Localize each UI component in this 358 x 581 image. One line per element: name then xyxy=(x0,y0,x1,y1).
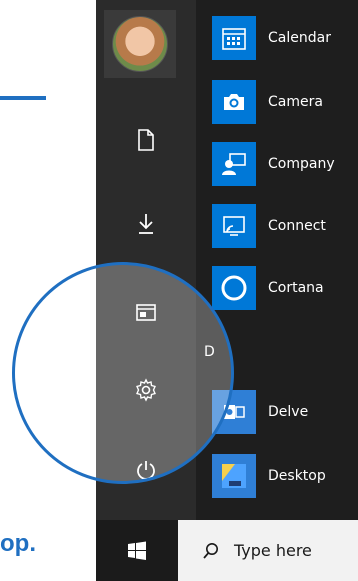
app-label: Camera xyxy=(268,94,323,110)
app-label: Company xyxy=(268,156,335,172)
settings-icon xyxy=(136,378,156,402)
connect-icon xyxy=(223,216,245,236)
windows-logo-icon xyxy=(128,541,146,560)
cortana-icon xyxy=(221,275,247,301)
start-menu: Calendar Camera Company Connect Cortana … xyxy=(96,0,358,581)
calendar-icon xyxy=(222,28,246,50)
app-item-cortana[interactable]: Cortana xyxy=(204,262,358,314)
app-item-delve[interactable]: Delve xyxy=(204,386,358,438)
file-explorer-button[interactable] xyxy=(96,284,196,340)
power-button[interactable] xyxy=(96,442,196,498)
avatar xyxy=(112,16,168,72)
app-item-camera[interactable]: Camera xyxy=(204,76,358,128)
search-input[interactable]: Type here xyxy=(234,541,312,560)
start-button[interactable] xyxy=(96,520,178,581)
camera-icon xyxy=(224,94,244,110)
section-letter-d[interactable]: D xyxy=(204,344,215,360)
accent-line xyxy=(0,96,46,100)
app-item-desktop[interactable]: Desktop xyxy=(204,450,358,502)
app-label: Cortana xyxy=(268,280,324,296)
power-icon xyxy=(137,461,155,480)
caption-fragment: op. xyxy=(0,530,36,557)
app-item-connect[interactable]: Connect xyxy=(204,200,358,252)
documents-button[interactable] xyxy=(96,112,196,168)
taskbar: Type here xyxy=(96,520,358,581)
file-explorer-icon xyxy=(136,304,156,321)
app-item-company[interactable]: Company xyxy=(204,138,358,190)
settings-button[interactable] xyxy=(96,362,196,418)
company-portal-icon xyxy=(222,153,246,175)
app-label: Desktop xyxy=(268,468,326,484)
app-label: Delve xyxy=(268,404,309,420)
delve-icon xyxy=(224,405,245,419)
app-item-calendar[interactable]: Calendar xyxy=(204,12,358,64)
documents-icon xyxy=(138,129,154,151)
start-rail xyxy=(96,0,196,520)
app-list: Calendar Camera Company Connect Cortana … xyxy=(204,0,358,520)
downloads-button[interactable] xyxy=(96,196,196,252)
app-label: Calendar xyxy=(268,30,331,46)
downloads-icon xyxy=(139,214,153,234)
desktop-icon xyxy=(222,464,246,488)
app-label: Connect xyxy=(268,218,326,234)
search-icon xyxy=(203,542,218,559)
user-avatar-button[interactable] xyxy=(104,10,176,78)
search-box[interactable]: Type here xyxy=(178,520,358,581)
